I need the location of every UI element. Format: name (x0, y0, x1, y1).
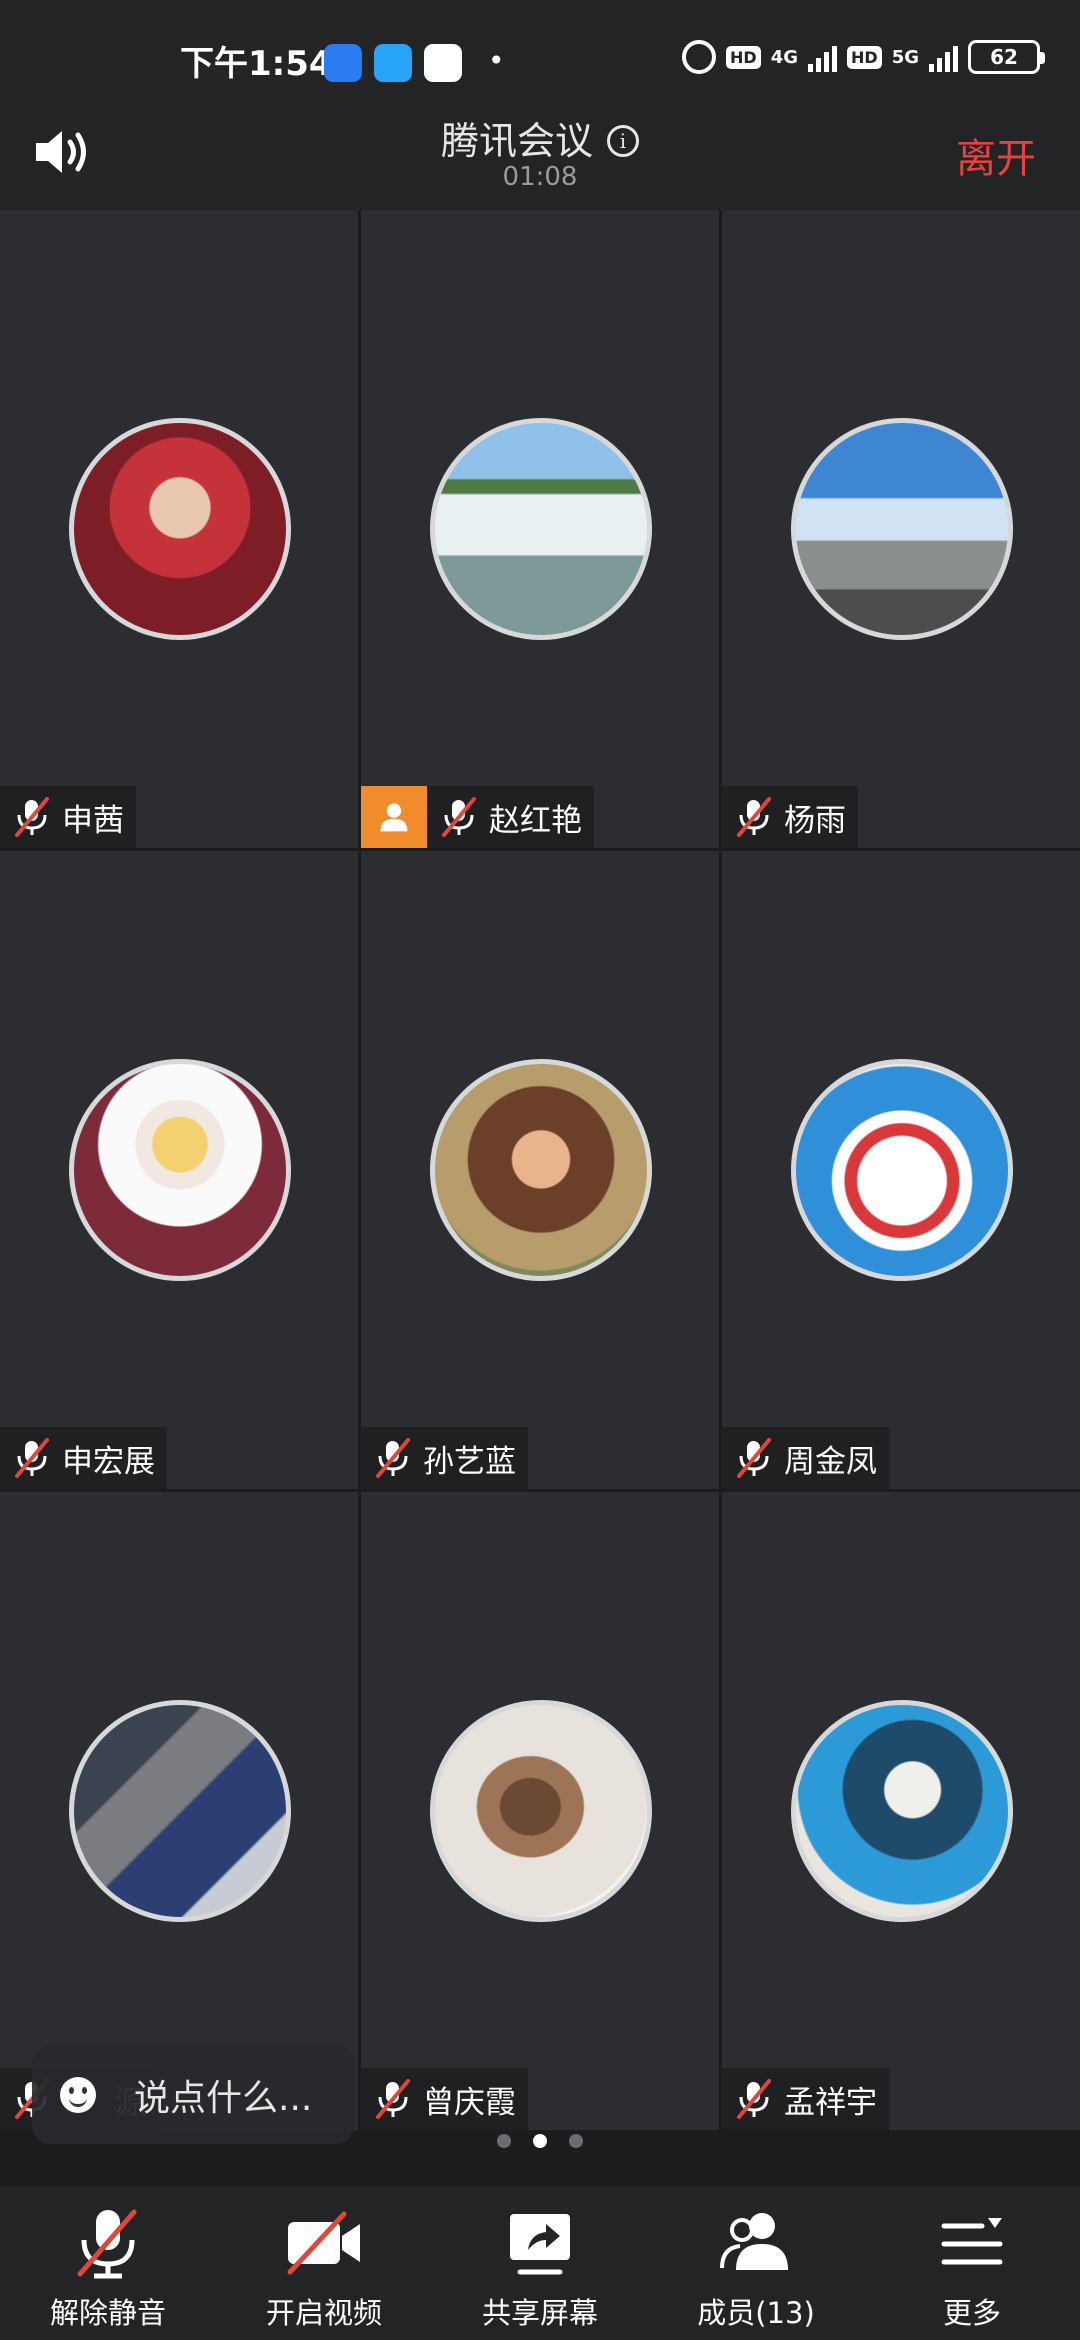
camera-tag-icon (361, 786, 427, 848)
muted-mic-icon (737, 1438, 771, 1478)
name-bar: 杨雨 (722, 786, 858, 848)
meeting-timer: 01:08 (502, 162, 578, 192)
members-icon (720, 2213, 788, 2270)
participant-tile[interactable]: 周金凤 (722, 851, 1080, 1489)
bottom-toolbar: 解除静音 开启视频 共享屏幕 成员(13) 更多 (0, 2186, 1080, 2340)
app-icon-blue (324, 44, 362, 82)
muted-mic-icon (737, 797, 771, 837)
alarm-icon (682, 40, 717, 74)
participant-tile[interactable]: 赵红艳 (361, 210, 719, 848)
video-off-icon (287, 2211, 360, 2275)
app-icon-cyan (374, 44, 412, 82)
muted-mic-icon (737, 2079, 771, 2119)
members-button[interactable]: 成员(13) (648, 2186, 864, 2340)
participant-name: 孙艺蓝 (423, 1443, 516, 1480)
page-dot[interactable] (497, 2134, 511, 2148)
share-screen-label: 共享屏幕 (481, 2296, 598, 2330)
avatar (791, 1059, 1013, 1281)
status-bar: 下午1:54 • HD 4G HD 5G 62 (0, 0, 1080, 96)
name-bar: 赵红艳 (361, 786, 594, 848)
name-bar: 曾庆霞 (361, 2068, 528, 2130)
share-screen-icon (510, 2214, 570, 2275)
meeting-title[interactable]: 腾讯会议 i (0, 110, 1080, 165)
page-indicator (0, 2122, 1080, 2160)
name-bar: 申宏展 (0, 1427, 167, 1489)
muted-mic-icon (15, 797, 49, 837)
participant-tile[interactable]: 申茜 (0, 210, 358, 848)
participant-name: 申宏展 (62, 1443, 155, 1480)
start-video-label: 开启视频 (265, 2296, 382, 2330)
avatar (791, 418, 1013, 640)
page-dot[interactable] (569, 2134, 583, 2148)
more-button[interactable]: 更多 (864, 2186, 1080, 2340)
cloud-icon (424, 44, 462, 82)
participant-tile[interactable]: 申宏展 (0, 851, 358, 1489)
avatar (430, 418, 652, 640)
more-notifications-dot: • (488, 44, 505, 77)
name-bar: 申茜 (0, 786, 136, 848)
participant-name: 申茜 (62, 802, 124, 839)
page-dot-active[interactable] (533, 2134, 547, 2148)
muted-mic-icon (442, 797, 476, 837)
participant-name: 孟祥宇 (784, 2084, 877, 2121)
chat-placeholder: 说点什么... (134, 2078, 313, 2119)
share-screen-button[interactable]: 共享屏幕 (432, 2186, 648, 2340)
avatar (69, 1059, 291, 1281)
start-video-button[interactable]: 开启视频 (216, 2186, 432, 2340)
hd-badge-2: HD (847, 45, 882, 69)
muted-mic-icon (15, 1438, 49, 1478)
avatar (430, 1700, 652, 1922)
participant-tile[interactable]: 孟祥宇 (722, 1492, 1080, 2130)
signal-icon (808, 42, 838, 72)
meeting-title-text: 腾讯会议 (440, 119, 593, 163)
participant-name: 杨雨 (784, 802, 846, 839)
leave-button[interactable]: 离开 (956, 126, 1036, 184)
avatar (430, 1059, 652, 1281)
more-label: 更多 (942, 2296, 1001, 2330)
participant-name: 赵红艳 (489, 802, 582, 839)
meeting-header: 腾讯会议 i 01:08 离开 (0, 96, 1080, 210)
hd-badge: HD (726, 45, 761, 69)
avatar (69, 418, 291, 640)
status-time: 下午1:54 (180, 44, 333, 84)
unmute-label: 解除静音 (49, 2296, 166, 2330)
participant-tile[interactable]: 曾庆霞 (361, 1492, 719, 2130)
name-bar: 周金凤 (722, 1427, 889, 1489)
battery-icon: 62 (968, 40, 1045, 74)
participant-name: 周金凤 (784, 1443, 877, 1480)
participant-tile[interactable]: 源 (0, 1492, 358, 2130)
signal-icon-2 (929, 42, 958, 72)
name-bar: 孟祥宇 (722, 2068, 889, 2130)
participant-tile[interactable]: 杨雨 (722, 210, 1080, 848)
members-label: 成员(13) (697, 2296, 815, 2330)
participant-tile[interactable]: 孙艺蓝 (361, 851, 719, 1489)
unmute-button[interactable]: 解除静音 (0, 2186, 216, 2340)
avatar (69, 1700, 291, 1922)
more-menu-icon (941, 2218, 1003, 2265)
emoji-icon[interactable] (60, 2077, 96, 2113)
network-5g: 5G (891, 46, 919, 68)
avatar (791, 1700, 1013, 1922)
participant-name: 曾庆霞 (423, 2084, 516, 2121)
network-4g: 4G (770, 46, 799, 68)
muted-mic-icon (376, 2079, 410, 2119)
participant-grid: 申茜 赵红艳 杨雨 申宏展 孙艺蓝 周金凤 曾庆霞 孟祥宇 (0, 210, 1080, 2130)
muted-mic-icon (376, 1438, 410, 1478)
name-bar: 孙艺蓝 (361, 1427, 528, 1489)
muted-mic-icon (77, 2209, 137, 2279)
info-icon[interactable]: i (607, 125, 639, 157)
